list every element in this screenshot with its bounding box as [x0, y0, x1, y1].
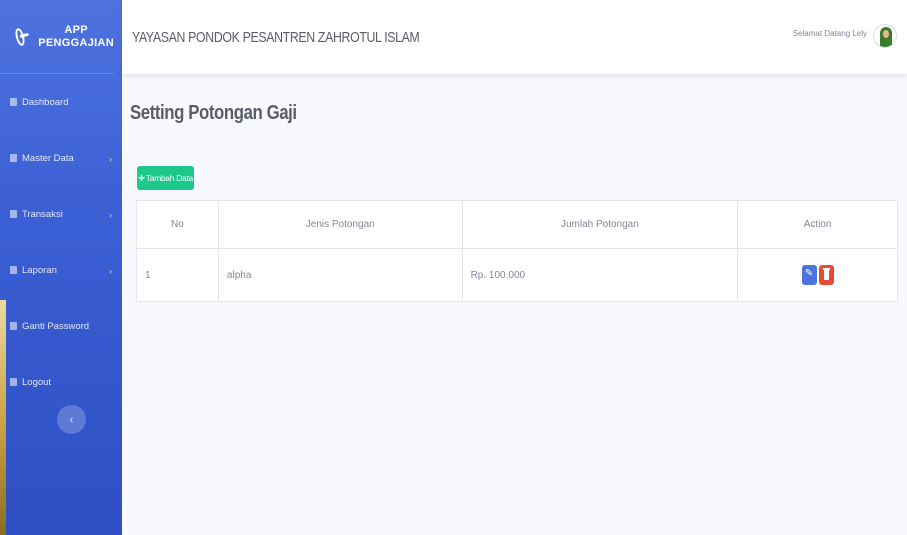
welcome-text[interactable]: Selamat Datang Lely	[793, 29, 867, 38]
sidebar-item-label: Laporan	[22, 264, 57, 276]
sidebar-item-logout[interactable]: Logout	[0, 354, 122, 410]
sidebar-item-label: Dashboard	[22, 96, 69, 108]
brand-logo-icon	[13, 26, 27, 47]
chevron-right-icon: ›	[109, 154, 112, 164]
delete-button[interactable]	[818, 265, 834, 285]
table-header-row: No Jenis Potongan Jumlah Potongan Action	[136, 200, 898, 249]
chevron-right-icon: ›	[109, 266, 112, 276]
cell-action	[737, 248, 898, 302]
chevron-left-icon: ‹	[69, 413, 74, 426]
page-title: Setting Potongan Gaji	[130, 102, 297, 124]
file-icon	[10, 266, 17, 274]
logout-icon	[10, 378, 17, 386]
header-jumlah-potongan[interactable]: Jumlah Potongan	[461, 200, 739, 249]
sidebar-item-dashboard[interactable]: Dashboard	[0, 74, 122, 130]
cell-jenis-potongan: alpha	[217, 248, 463, 302]
sidebar-brand[interactable]: APP PENGGAJIAN	[0, 0, 114, 74]
background-image-strip	[0, 300, 6, 535]
org-name: YAYASAN PONDOK PESANTREN ZAHROTUL ISLAM	[132, 28, 420, 46]
table-icon	[10, 210, 17, 218]
add-data-label: Tambah Data	[145, 173, 194, 183]
folder-icon	[10, 154, 17, 162]
sidebar: APP PENGGAJIAN Dashboard Master Data › T…	[0, 0, 122, 535]
sidebar-item-laporan[interactable]: Laporan ›	[0, 242, 122, 298]
avatar[interactable]	[873, 24, 897, 48]
sidebar-item-label: Ganti Password	[22, 320, 90, 332]
cell-jumlah-potongan: Rp. 100.000	[461, 248, 739, 302]
add-data-button[interactable]: + Tambah Data	[137, 166, 194, 190]
header-jenis-potongan[interactable]: Jenis Potongan	[217, 200, 463, 249]
potongan-table: No Jenis Potongan Jumlah Potongan Action…	[136, 200, 898, 302]
lock-icon	[10, 322, 17, 330]
header-no[interactable]: No	[136, 200, 219, 249]
sidebar-item-master-data[interactable]: Master Data ›	[0, 130, 122, 186]
main-content: Setting Potongan Gaji + Tambah Data No J…	[122, 74, 907, 535]
chevron-right-icon: ›	[109, 210, 112, 220]
topbar: YAYASAN PONDOK PESANTREN ZAHROTUL ISLAM …	[122, 0, 907, 74]
sidebar-item-transaksi[interactable]: Transaksi ›	[0, 186, 122, 242]
edit-button[interactable]	[801, 265, 817, 285]
sidebar-toggle-button[interactable]: ‹	[57, 405, 86, 434]
cell-no: 1	[136, 248, 219, 302]
brand-line1: APP	[64, 23, 88, 36]
sidebar-item-ganti-password[interactable]: Ganti Password	[0, 298, 122, 354]
plus-icon: +	[138, 171, 145, 185]
brand-line2: PENGGAJIAN	[38, 36, 114, 49]
table-row: 1 alpha Rp. 100.000	[136, 248, 898, 302]
sidebar-item-label: Master Data	[22, 152, 74, 164]
header-action: Action	[737, 200, 898, 249]
brand-text: APP PENGGAJIAN	[38, 24, 114, 50]
sidebar-item-label: Transaksi	[22, 208, 63, 220]
dashboard-icon	[10, 98, 17, 106]
sidebar-item-label: Logout	[22, 376, 52, 388]
